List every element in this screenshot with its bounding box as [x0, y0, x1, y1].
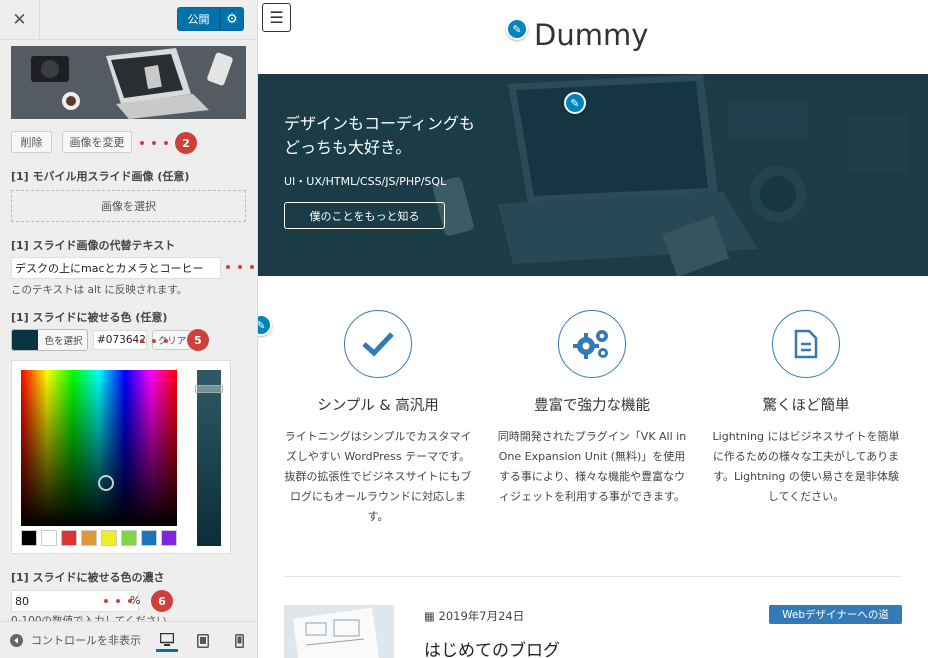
document-icon: [772, 310, 840, 378]
annotation-dot: [140, 339, 144, 343]
customizer-footer: コントロールを非表示: [0, 621, 257, 658]
annotation-dot: [152, 339, 156, 343]
palette-swatch[interactable]: [81, 530, 97, 546]
alt-text-input[interactable]: デスクの上にmacとカメラとコーヒー: [11, 257, 221, 279]
palette-swatch[interactable]: [141, 530, 157, 546]
change-image-button[interactable]: 画像を変更: [62, 131, 132, 153]
annotation-dot: [164, 141, 168, 145]
feature-title: シンプル & 高汎用: [317, 398, 439, 414]
delete-image-button[interactable]: 削除: [11, 131, 52, 153]
collapse-controls-button[interactable]: コントロールを非表示: [10, 632, 141, 648]
alt-text-note: このテキストは alt に反映されます。: [11, 284, 188, 296]
feature-title: 豊富で強力な機能: [534, 398, 650, 414]
feature-text: 同時開発されたプラグイン「VK All in One Expansion Uni…: [497, 430, 687, 503]
annotation-dot: [152, 141, 156, 145]
tablet-preview-icon[interactable]: [192, 630, 214, 652]
palette-swatch[interactable]: [101, 530, 117, 546]
feature-easy: 驚くほど簡単 Lightning にはビジネスサイトを簡単に作るための様々な工夫…: [711, 310, 901, 507]
annotation-marker-2: 2: [175, 132, 197, 154]
post-thumbnail[interactable]: [284, 605, 394, 658]
selected-color-swatch: [12, 330, 38, 350]
check-icon: [344, 310, 412, 378]
gear-icon[interactable]: ⚙: [220, 7, 244, 31]
annotation-dot: [164, 339, 168, 343]
edit-pencil-icon[interactable]: ✎: [506, 18, 528, 40]
post-title[interactable]: はじめてのブログ: [424, 636, 560, 658]
color-palette: [21, 530, 177, 546]
hero-title-line: どっちも大好き。: [284, 138, 412, 157]
section-divider: [284, 576, 902, 577]
hero-title-line: デザインもコーディングも: [284, 114, 475, 133]
post-date: ▦ 2019年7月24日: [424, 608, 524, 624]
overlay-color-label: [1] スライドに被せる色 (任意): [11, 311, 168, 324]
palette-swatch[interactable]: [41, 530, 57, 546]
lightness-slider-handle[interactable]: [195, 385, 223, 393]
post-category-badge[interactable]: Webデザイナーへの道: [769, 605, 902, 624]
feature-text: ライトニングはシンプルでカスタマイズしやすい WordPress テーマです。抜…: [284, 430, 472, 523]
calendar-icon: ▦: [424, 609, 439, 623]
annotation-dot: [116, 599, 120, 603]
annotation-marker-5: 5: [187, 329, 209, 351]
palette-swatch[interactable]: [121, 530, 137, 546]
select-image-button[interactable]: 画像を選択: [11, 190, 246, 222]
annotation-marker-6: 6: [151, 590, 173, 612]
feature-title: 驚くほど簡単: [762, 398, 850, 414]
saturation-field[interactable]: [21, 370, 177, 526]
desktop-preview-icon[interactable]: [156, 630, 178, 652]
color-select-button[interactable]: 色を選択: [11, 329, 88, 351]
customizer-header: ✕ 公開 ⚙: [0, 0, 257, 40]
palette-swatch[interactable]: [61, 530, 77, 546]
mobile-image-label: [1] モバイル用スライド画像 (任意): [11, 170, 190, 183]
site-preview: ☰ ✎ Dummy ✎ デザインもコーディングも どっちも大好き。 UI・UX/…: [258, 0, 928, 658]
feature-text: Lightning にはビジネスサイトを簡単に作るための様々な工夫がしてあります…: [712, 430, 900, 503]
edit-pencil-icon[interactable]: ✎: [564, 92, 586, 114]
saturation-handle[interactable]: [98, 475, 114, 491]
alt-text-label: [1] スライド画像の代替テキスト: [11, 239, 176, 252]
annotation-dot: [250, 265, 254, 269]
lightness-slider[interactable]: [197, 370, 221, 546]
color-picker: [11, 360, 231, 554]
collapse-controls-label: コントロールを非表示: [31, 634, 141, 647]
close-icon[interactable]: ✕: [0, 0, 40, 39]
hero-subtitle: UI・UX/HTML/CSS/JS/PHP/SQL: [284, 175, 447, 188]
gears-icon: [558, 310, 626, 378]
slide-image-thumbnail: [11, 46, 246, 119]
hero-title: デザインもコーディングも どっちも大好き。: [284, 112, 475, 160]
mobile-preview-icon[interactable]: [228, 630, 250, 652]
feature-powerful: 豊富で強力な機能 同時開発されたプラグイン「VK All in One Expa…: [497, 310, 687, 507]
overlay-opacity-label: [1] スライドに被せる色の濃さ: [11, 571, 165, 584]
color-select-label: 色を選択: [44, 336, 83, 347]
customizer-panel: ✕ 公開 ⚙ 削除 画像を変更 [1] モバイル用スライド画像 (任意) 画像を…: [0, 0, 258, 658]
collapse-arrow-icon: [10, 633, 23, 647]
publish-button[interactable]: 公開: [177, 7, 220, 31]
menu-icon[interactable]: ☰: [262, 3, 291, 32]
site-title[interactable]: Dummy: [534, 18, 648, 52]
annotation-dot: [238, 265, 242, 269]
hero-slide: ✎ デザインもコーディングも どっちも大好き。 UI・UX/HTML/CSS/J…: [258, 74, 928, 276]
annotation-dot: [226, 265, 230, 269]
edit-pencil-icon[interactable]: ✎: [258, 314, 272, 336]
feature-simple: シンプル & 高汎用 ライトニングはシンプルでカスタマイズしやすい WordPr…: [283, 310, 473, 527]
palette-swatch[interactable]: [21, 530, 37, 546]
palette-swatch[interactable]: [161, 530, 177, 546]
color-hex-input[interactable]: #073642: [93, 330, 147, 350]
annotation-dot: [128, 599, 132, 603]
annotation-dot: [104, 599, 108, 603]
clear-color-button[interactable]: クリア: [152, 330, 192, 350]
annotation-dot: [140, 141, 144, 145]
post-date-text: 2019年7月24日: [438, 609, 525, 623]
hero-more-button[interactable]: 僕のことをもっと知る: [284, 202, 445, 229]
